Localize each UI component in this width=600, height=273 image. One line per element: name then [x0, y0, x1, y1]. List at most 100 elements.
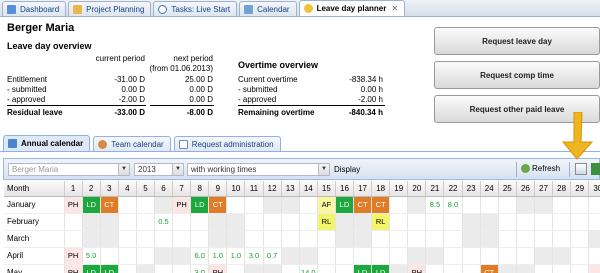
day-cell[interactable] — [570, 230, 590, 248]
tab-tasks-live-start[interactable]: Tasks: Live Start — [153, 1, 238, 16]
day-cell[interactable] — [552, 196, 572, 214]
day-cell[interactable] — [534, 213, 554, 231]
day-cell[interactable] — [570, 264, 590, 273]
day-cell[interactable]: 14.0 — [299, 264, 318, 273]
day-cell[interactable] — [570, 213, 590, 231]
day-cell[interactable] — [154, 247, 174, 265]
day-cell[interactable] — [281, 264, 300, 273]
day-cell[interactable] — [226, 213, 246, 231]
day-cell[interactable]: PH — [64, 264, 83, 273]
day-cell[interactable]: 1.0 — [208, 247, 228, 265]
employee-select[interactable]: Berger Maria ▼ — [8, 163, 130, 176]
day-cell[interactable] — [353, 213, 373, 231]
day-cell[interactable] — [498, 230, 517, 248]
day-cell[interactable] — [335, 213, 355, 231]
day-cell[interactable] — [516, 247, 535, 265]
day-cell[interactable] — [534, 196, 554, 214]
day-cell[interactable] — [389, 247, 409, 265]
day-cell[interactable] — [154, 196, 174, 214]
day-cell[interactable] — [335, 230, 355, 248]
day-cell[interactable] — [172, 247, 192, 265]
day-cell[interactable] — [208, 230, 228, 248]
day-cell[interactable] — [443, 247, 463, 265]
day-cell[interactable] — [208, 213, 228, 231]
day-cell[interactable] — [82, 213, 101, 231]
day-cell[interactable]: PH — [208, 264, 228, 273]
day-cell[interactable] — [443, 230, 463, 248]
day-cell[interactable] — [244, 230, 264, 248]
day-cell[interactable] — [588, 213, 600, 231]
day-cell[interactable] — [317, 247, 336, 265]
day-cell[interactable] — [443, 264, 463, 273]
day-cell[interactable] — [100, 213, 119, 231]
day-cell[interactable] — [118, 213, 137, 231]
day-cell[interactable] — [118, 230, 137, 248]
day-cell[interactable] — [353, 247, 373, 265]
day-cell[interactable] — [552, 230, 572, 248]
day-cell[interactable] — [64, 213, 83, 231]
day-cell[interactable]: 1.0 — [226, 247, 246, 265]
day-cell[interactable] — [462, 264, 481, 273]
day-cell[interactable] — [462, 230, 481, 248]
day-cell[interactable] — [425, 213, 445, 231]
day-cell[interactable] — [299, 196, 318, 214]
day-cell[interactable] — [389, 264, 409, 273]
day-cell[interactable] — [299, 247, 318, 265]
day-cell[interactable] — [353, 230, 373, 248]
day-cell[interactable] — [588, 247, 600, 265]
day-cell[interactable] — [389, 230, 409, 248]
day-cell[interactable] — [552, 247, 572, 265]
day-cell[interactable] — [317, 230, 336, 248]
day-cell[interactable]: AF — [317, 196, 336, 214]
day-cell[interactable] — [588, 196, 600, 214]
day-cell[interactable]: 8.5 — [425, 196, 445, 214]
day-cell[interactable]: LD — [335, 196, 355, 214]
day-cell[interactable] — [498, 213, 517, 231]
day-cell[interactable]: CT — [208, 196, 228, 214]
day-cell[interactable]: CT — [371, 196, 391, 214]
day-cell[interactable] — [263, 264, 282, 273]
day-cell[interactable] — [371, 230, 391, 248]
day-cell[interactable] — [136, 247, 155, 265]
day-cell[interactable] — [136, 230, 155, 248]
request-comp-time-button[interactable]: Request comp time — [434, 61, 600, 89]
day-cell[interactable] — [389, 213, 409, 231]
day-cell[interactable] — [389, 196, 409, 214]
day-cell[interactable] — [588, 264, 600, 273]
day-cell[interactable] — [263, 196, 282, 214]
tab-leave-day-planner[interactable]: Leave day planner ✕ — [298, 0, 406, 16]
day-cell[interactable] — [498, 247, 517, 265]
day-cell[interactable] — [534, 264, 554, 273]
day-cell[interactable]: LD — [82, 264, 101, 273]
day-cell[interactable] — [443, 213, 463, 231]
tab-request-administration[interactable]: Request administration — [173, 136, 281, 151]
day-cell[interactable] — [172, 230, 192, 248]
day-cell[interactable] — [480, 230, 499, 248]
chevron-down-icon[interactable]: ▼ — [118, 164, 129, 175]
day-cell[interactable] — [118, 247, 137, 265]
day-cell[interactable] — [570, 247, 590, 265]
close-icon[interactable]: ✕ — [391, 4, 398, 13]
tab-dashboard[interactable]: Dashboard — [2, 1, 67, 16]
tab-project-planning[interactable]: Project Planning — [68, 1, 152, 16]
day-cell[interactable] — [226, 264, 246, 273]
day-cell[interactable] — [100, 247, 119, 265]
day-cell[interactable] — [407, 247, 427, 265]
day-cell[interactable] — [462, 213, 481, 231]
day-cell[interactable] — [534, 230, 554, 248]
day-cell[interactable] — [281, 213, 300, 231]
day-cell[interactable] — [172, 213, 192, 231]
day-cell[interactable] — [516, 196, 535, 214]
chevron-down-icon[interactable]: ▼ — [172, 164, 183, 175]
print-icon[interactable] — [575, 163, 587, 175]
day-cell[interactable] — [335, 247, 355, 265]
day-cell[interactable] — [172, 264, 192, 273]
day-cell[interactable] — [570, 196, 590, 214]
day-cell[interactable] — [480, 247, 499, 265]
day-cell[interactable] — [534, 247, 554, 265]
day-cell[interactable]: RL — [317, 213, 336, 231]
day-cell[interactable] — [263, 230, 282, 248]
day-cell[interactable]: 0.5 — [154, 213, 174, 231]
day-cell[interactable]: PH — [407, 264, 427, 273]
day-cell[interactable] — [263, 213, 282, 231]
